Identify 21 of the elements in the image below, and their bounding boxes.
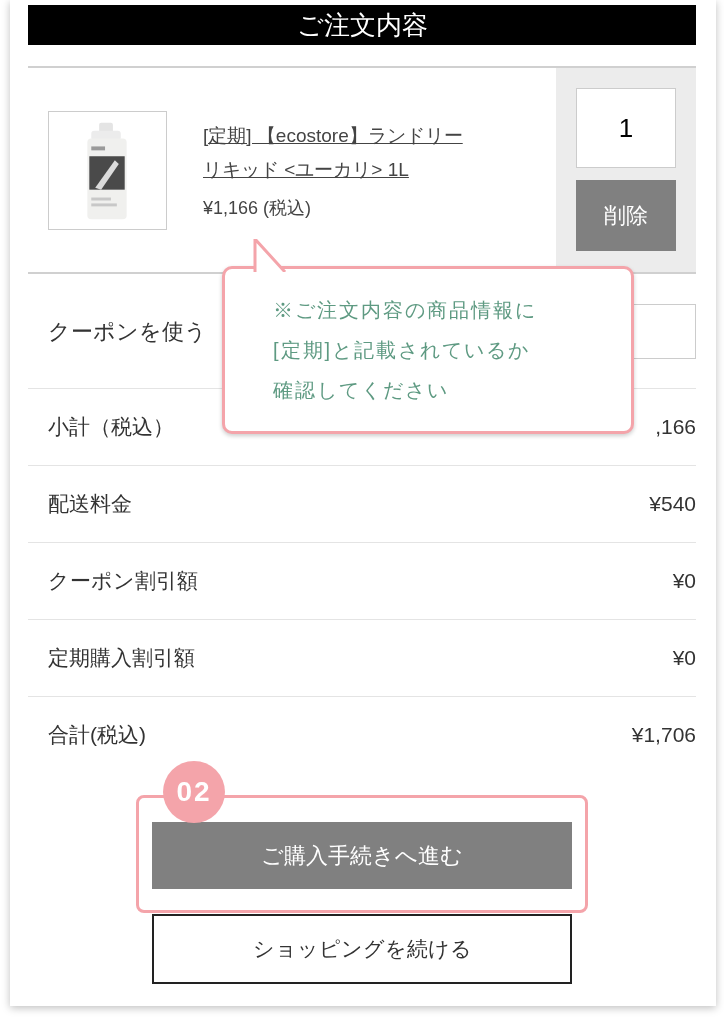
summary-value: ¥1,706 [631, 722, 696, 749]
summary-value: ¥540 [649, 491, 696, 518]
summary-label: 配送料金 [48, 491, 132, 518]
quantity-field[interactable]: 1 [576, 88, 676, 168]
callout-text: 確認してください [273, 378, 450, 403]
callout-text: ※ご注文内容の商品情報に [273, 298, 538, 323]
summary-label: クーポン割引額 [48, 568, 198, 595]
section-header: ご注文内容 [28, 5, 696, 45]
callout-text: [定期]と記載されているか [273, 338, 532, 363]
checkout-button[interactable]: ご購入手続きへ進む [152, 821, 572, 889]
delete-button[interactable]: 削除 [576, 180, 676, 251]
summary-value: ¥0 [672, 568, 696, 595]
summary-label: 定期購入割引額 [48, 645, 195, 672]
summary-label: 合計(税込) [48, 722, 146, 749]
coupon-label: クーポンを使う [48, 317, 207, 346]
summary-label: 小計（税込） [48, 414, 174, 441]
continue-shopping-button[interactable]: ショッピングを続ける [152, 914, 572, 984]
summary-value: ,166 [655, 414, 696, 441]
product-price: ¥1,166 (税込) [203, 196, 313, 220]
summary-value: ¥0 [672, 645, 696, 672]
product-link[interactable]: [定期] 【ecostore】ランドリー リキッド <ユーカリ> 1L [203, 118, 463, 187]
